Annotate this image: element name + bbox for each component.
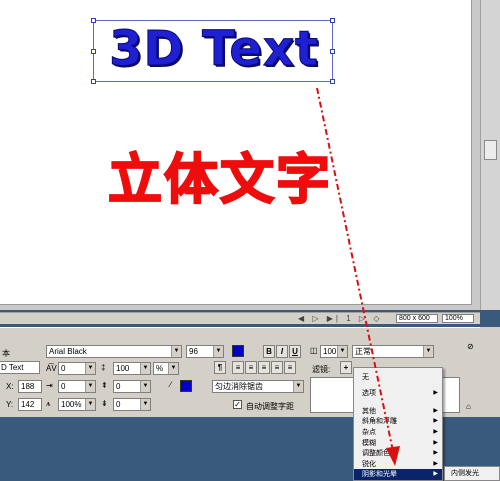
filter-context-menu: 无 选项 ▶ 其他 ▶ 斜角和浮雕 ▶ 杂点 ▶ 模糊 ▶ 调整颜色 ▶ 锐化 ▶ 阴影和光晕… <box>353 367 443 481</box>
tracking-field[interactable]: 0 <box>58 362 96 375</box>
chevron-right-icon: ▶ <box>433 390 438 396</box>
space-after-icon: ⇟ <box>101 399 108 408</box>
zoom-level[interactable]: 100% <box>442 314 474 323</box>
font-select[interactable]: Arial Black <box>46 345 182 358</box>
chevron-right-icon: ▶ <box>433 450 438 456</box>
resize-handle-ml[interactable] <box>91 49 96 54</box>
text-name-field[interactable]: D Text <box>0 361 40 374</box>
opacity-icon: ◫ <box>310 346 318 355</box>
justify-all-button[interactable]: ≡ <box>284 361 296 374</box>
menu-item-none[interactable]: 无 <box>354 372 442 383</box>
scale-icon: ⩚ <box>46 399 51 408</box>
leading-icon: ‡ <box>101 363 106 372</box>
frame-nav-controls[interactable]: ◀ ▷ ▶| 1 ▷ ◇ <box>298 314 382 323</box>
filter-label: 滤镜: <box>312 365 331 374</box>
italic-button[interactable]: I <box>276 345 288 358</box>
text-color-swatch[interactable] <box>232 345 244 357</box>
x-field[interactable]: 188 <box>18 380 42 393</box>
document-canvas[interactable]: 3D Text 立体文字 <box>0 0 472 305</box>
underline-button[interactable]: U <box>289 345 301 358</box>
add-filter-button[interactable]: + <box>340 361 352 374</box>
panel-label: 本 <box>2 349 10 358</box>
stage-frame: 3D Text 立体文字 <box>0 0 480 310</box>
resize-handle-tl[interactable] <box>91 18 96 23</box>
chevron-right-icon: ▶ <box>433 418 438 424</box>
chevron-right-icon: ▶ <box>433 471 438 477</box>
leading-unit-select[interactable]: % <box>153 362 179 375</box>
status-bar: ◀ ▷ ▶| 1 ▷ ◇ 800 x 600 100% <box>0 312 480 324</box>
resize-handle-bl[interactable] <box>91 79 96 84</box>
y-label: Y: <box>6 400 14 409</box>
resize-handle-tr[interactable] <box>330 18 335 23</box>
menu-item-options[interactable]: 选项 ▶ <box>354 388 442 399</box>
stroke-color-swatch[interactable] <box>180 380 192 392</box>
menu-item-adjust-color[interactable]: 调整颜色 ▶ <box>354 448 442 459</box>
selected-text-object[interactable]: 3D Text <box>91 18 335 84</box>
auto-kern-checkbox[interactable]: ✓ <box>233 400 242 409</box>
space-before-icon: ⇞ <box>101 381 108 390</box>
help-icon[interactable]: ⊘ <box>467 342 474 351</box>
panel-gutter <box>480 327 500 417</box>
chevron-right-icon: ▶ <box>433 429 438 435</box>
justify-button[interactable]: ≡ <box>271 361 283 374</box>
blend-mode-select[interactable]: 正常 <box>352 345 434 358</box>
vertical-scrollbar[interactable] <box>480 0 500 310</box>
align-center-button[interactable]: ≡ <box>245 361 257 374</box>
scroll-thumb[interactable] <box>484 140 497 160</box>
tracking-icon: A͡V <box>46 364 57 373</box>
x-label: X: <box>6 382 14 391</box>
submenu-inner-glow[interactable]: 内侧发光 <box>444 466 500 481</box>
text-3d: 3D Text <box>109 21 319 78</box>
space-after-field[interactable]: 0 <box>113 398 151 411</box>
brush-icon[interactable]: ∕ <box>170 380 171 389</box>
indent-icon: ⇥ <box>46 381 53 390</box>
leading-field[interactable]: 100 <box>113 362 151 375</box>
y-field[interactable]: 142 <box>18 398 42 411</box>
align-right-button[interactable]: ≡ <box>258 361 270 374</box>
text-direction-button[interactable]: ¶ <box>214 361 226 374</box>
caption-text: 立体文字 <box>107 147 332 212</box>
space-before-field[interactable]: 0 <box>113 380 151 393</box>
align-left-button[interactable]: ≡ <box>232 361 244 374</box>
indent-field[interactable]: 0 <box>58 380 96 393</box>
font-size-select[interactable]: 96 <box>186 345 224 358</box>
scale-field[interactable]: 100% <box>58 398 96 411</box>
resize-handle-br[interactable] <box>330 79 335 84</box>
bold-button[interactable]: B <box>263 345 275 358</box>
opacity-field[interactable]: 100 <box>320 345 348 358</box>
collapse-icon[interactable]: ⌂ <box>466 402 471 411</box>
canvas-size[interactable]: 800 x 600 <box>396 314 438 323</box>
menu-item-bevel-emboss[interactable]: 斜角和浮雕 ▶ <box>354 416 442 427</box>
resize-handle-mr[interactable] <box>330 49 335 54</box>
antialias-select[interactable]: 匀边消除锯齿 <box>212 380 304 393</box>
menu-item-shadow-glow[interactable]: 阴影和光晕 ▶ <box>354 469 442 480</box>
menu-item-noise[interactable]: 杂点 ▶ <box>354 427 442 438</box>
auto-kern-label: 自动调整字距 <box>246 402 294 411</box>
